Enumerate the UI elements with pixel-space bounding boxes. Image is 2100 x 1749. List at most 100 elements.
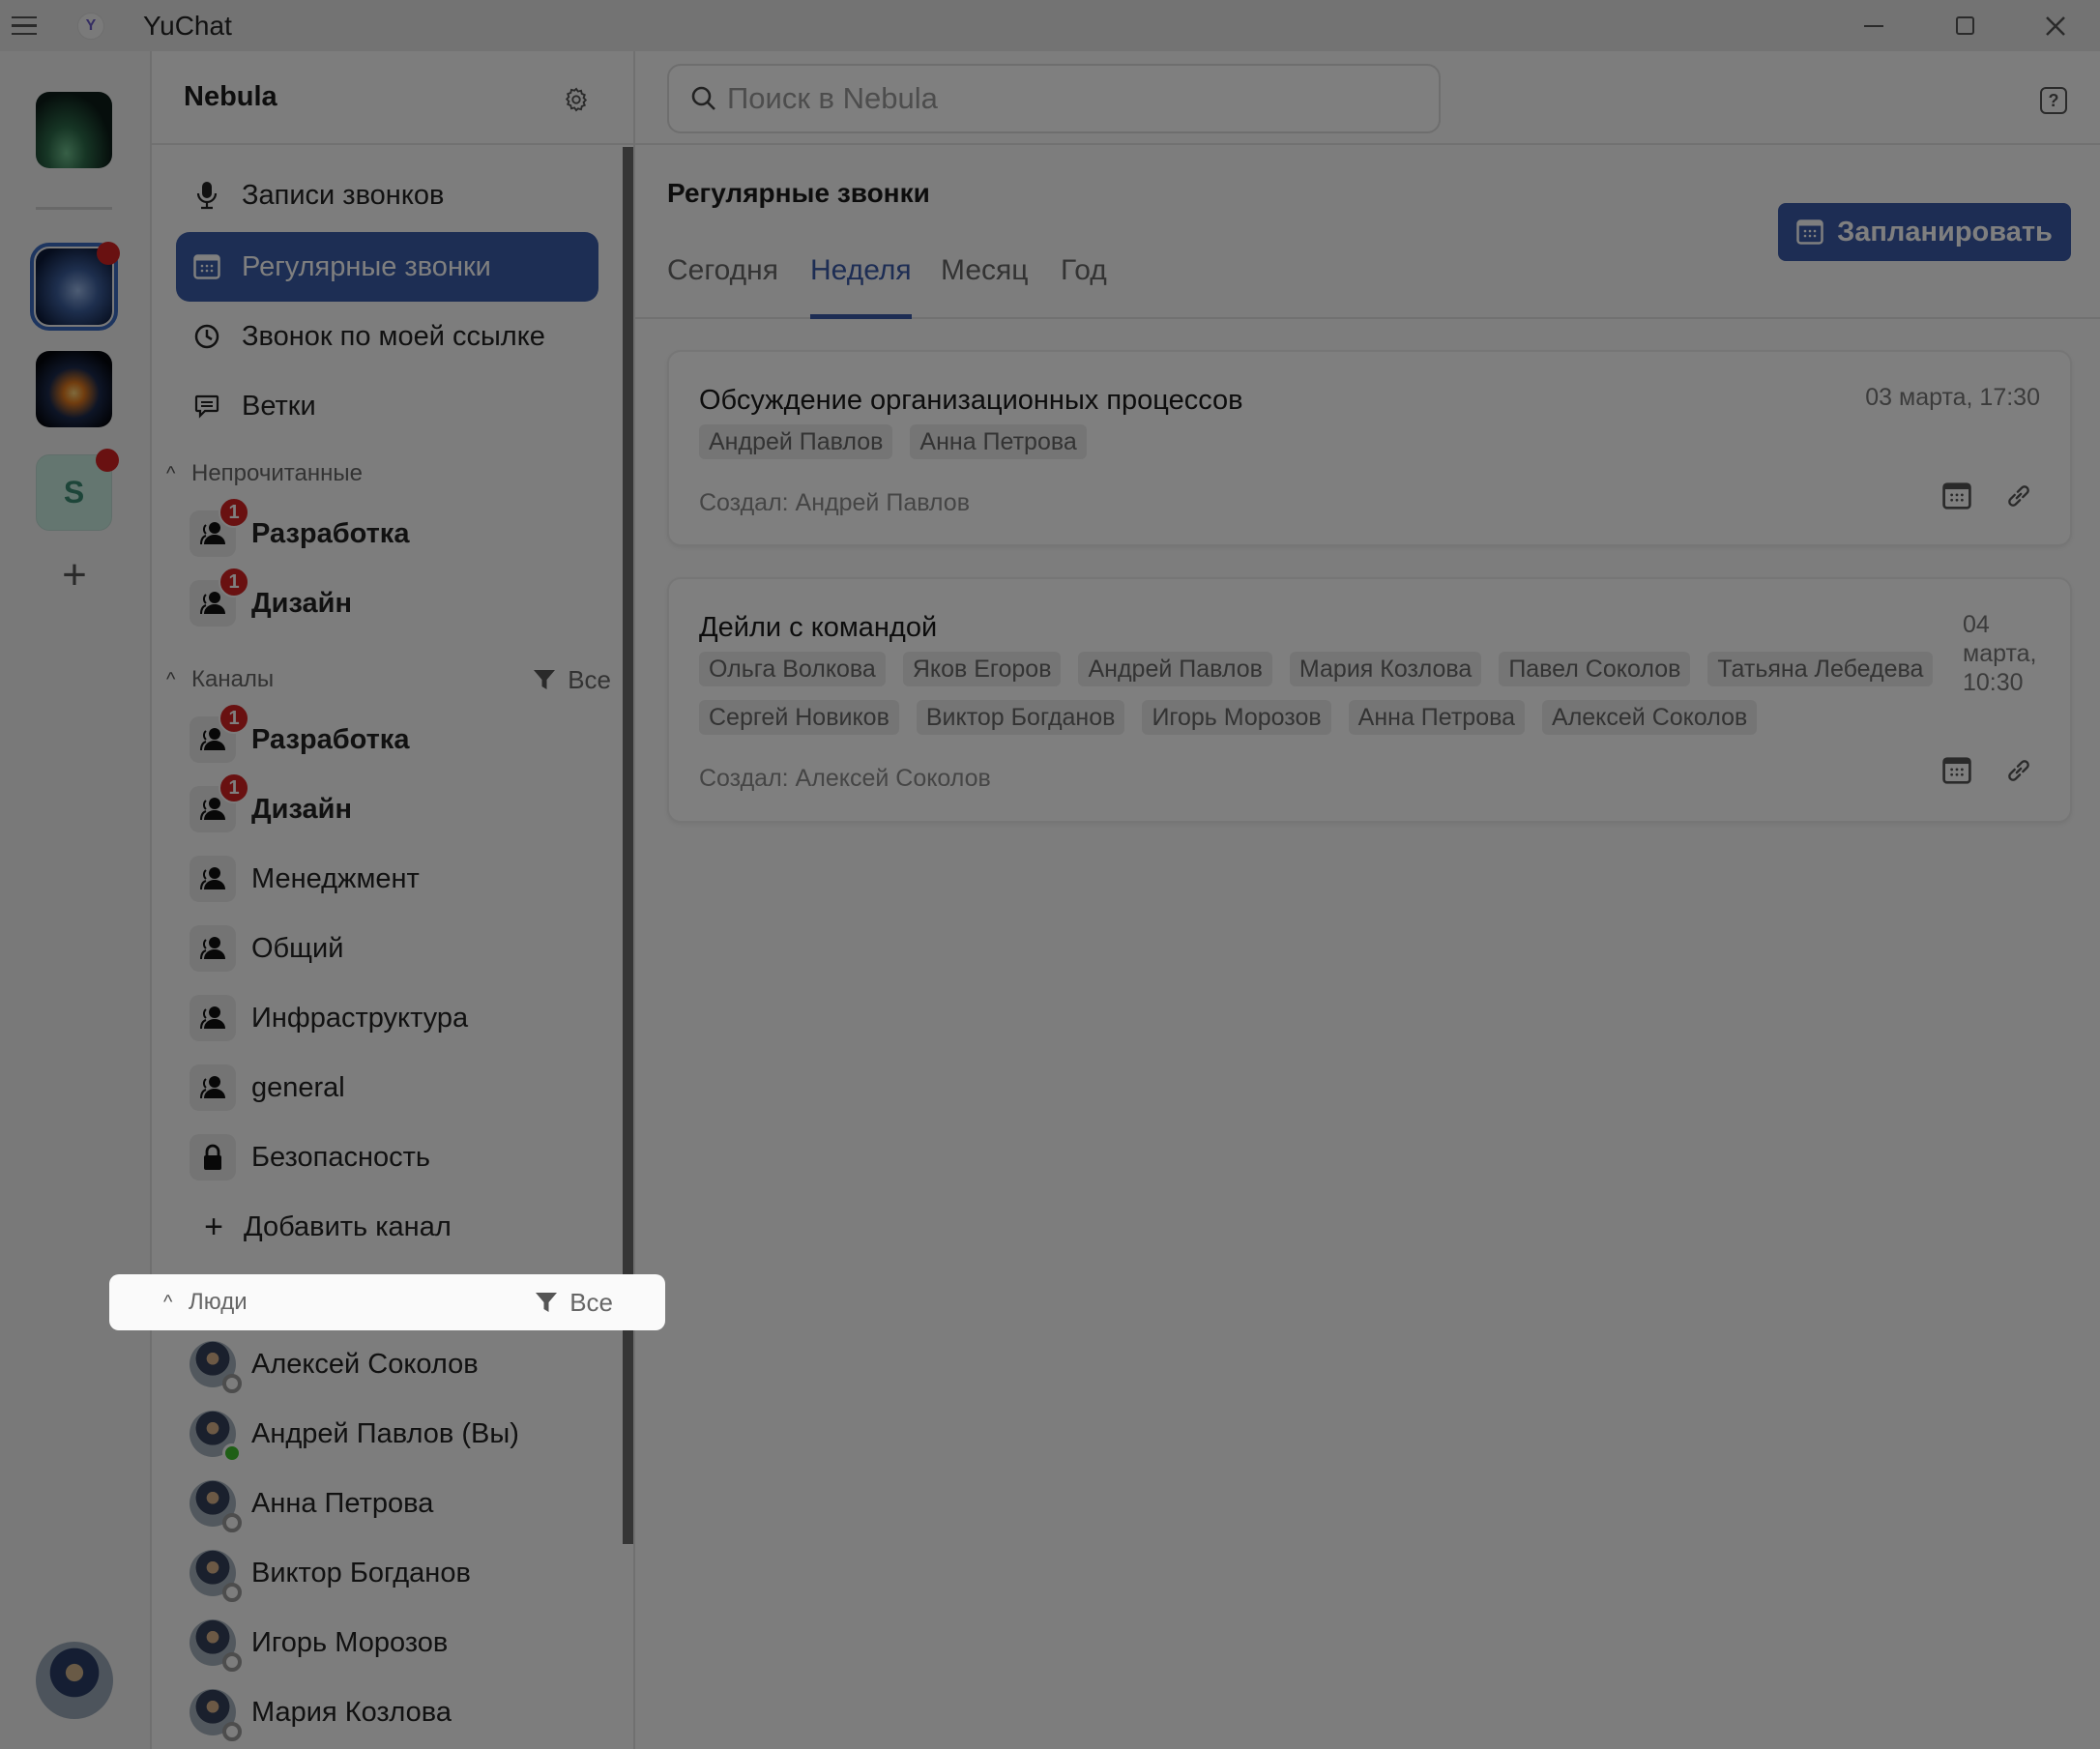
section-title: Непрочитанные — [191, 460, 363, 486]
search-field[interactable] — [667, 64, 1441, 133]
nav-label: Регулярные звонки — [242, 250, 491, 282]
person-label: Андрей Павлов (Вы) — [251, 1417, 519, 1449]
workspace-name: Nebula — [184, 81, 277, 112]
minimize-button[interactable] — [1827, 0, 1919, 51]
group-icon — [190, 995, 236, 1041]
filter-icon — [534, 670, 556, 689]
avatar — [190, 1480, 242, 1532]
tab-month[interactable]: Месяц — [941, 245, 1028, 319]
avatar — [190, 1689, 242, 1741]
tab-year[interactable]: Год — [1061, 245, 1107, 319]
meeting-date: 03 марта, 17:30 — [1865, 384, 2040, 411]
participants: Андрей Павлов Анна Петрова — [699, 424, 1087, 459]
clock-icon — [190, 319, 224, 354]
maximize-icon — [1956, 16, 1974, 35]
channel-item[interactable]: general — [176, 1053, 598, 1122]
person-item[interactable]: Мария Козлова — [176, 1677, 598, 1747]
participant-chip: Павел Соколов — [1499, 652, 1691, 686]
participant-chip: Андрей Павлов — [1078, 652, 1272, 686]
gear-icon[interactable] — [563, 86, 590, 113]
group-icon — [190, 925, 236, 972]
workspace-cosmic[interactable] — [36, 351, 112, 427]
close-button[interactable] — [2009, 0, 2100, 51]
add-workspace-button[interactable]: + — [55, 554, 94, 597]
channel-label: Разработка — [251, 517, 410, 549]
threads-icon — [190, 389, 224, 423]
avatar — [190, 1411, 242, 1463]
meeting-title: Дейли с командой — [699, 612, 938, 643]
lock-icon — [190, 1134, 236, 1181]
section-channels[interactable]: ^ Каналы Все — [166, 660, 611, 699]
people-filter[interactable]: Все — [535, 1288, 613, 1318]
nav-label: Ветки — [242, 390, 316, 422]
app-title: YuChat — [143, 10, 232, 41]
unread-badge: 1 — [219, 772, 249, 803]
nav-call-recordings[interactable]: Записи звонков — [176, 160, 598, 230]
meeting-card[interactable]: Дейли с командой 04 марта, 10:30 Ольга В… — [667, 577, 2072, 823]
group-icon: 1 — [190, 703, 249, 763]
channel-item[interactable]: Менеджмент — [176, 844, 598, 914]
chevron-up-icon: ^ — [163, 1291, 173, 1313]
calendar-icon — [190, 249, 224, 284]
sidebar-scrollbar[interactable] — [623, 147, 633, 1544]
unread-channel-item[interactable]: 1 Разработка — [176, 497, 598, 568]
channel-label: Общий — [251, 932, 344, 964]
close-icon — [2045, 15, 2065, 36]
unread-channel-item[interactable]: 1 Дизайн — [176, 567, 598, 638]
tab-today[interactable]: Сегодня — [667, 245, 778, 319]
participant-chip: Ольга Волкова — [699, 652, 886, 686]
search-input[interactable] — [727, 81, 1404, 116]
group-icon: 1 — [190, 772, 249, 832]
person-item[interactable]: Алексей Соколов — [176, 1329, 598, 1399]
person-item[interactable]: Андрей Павлов (Вы) — [176, 1399, 598, 1469]
link-icon[interactable] — [2004, 481, 2033, 510]
workspace-nebula[interactable] — [30, 242, 120, 331]
participant-chip: Виктор Богданов — [916, 700, 1125, 735]
person-item[interactable]: Виктор Богданов — [176, 1538, 598, 1608]
section-people[interactable]: ^ Люди Все — [163, 1283, 613, 1322]
plus-icon: + — [204, 1208, 223, 1245]
add-to-calendar-icon[interactable] — [1942, 481, 1971, 510]
participant-chip: Мария Козлова — [1289, 652, 1482, 686]
participant-chip: Татьяна Лебедева — [1707, 652, 1934, 686]
nav-label: Записи звонков — [242, 179, 445, 211]
help-button[interactable]: ? — [2040, 87, 2067, 114]
maximize-button[interactable] — [1919, 0, 2011, 51]
channel-item[interactable]: 1 Разработка — [176, 703, 598, 774]
channel-item[interactable]: Общий — [176, 914, 598, 983]
channels-filter[interactable]: Все — [533, 665, 611, 695]
section-unread[interactable]: ^ Непрочитанные — [166, 454, 611, 493]
unread-badge: 1 — [219, 497, 249, 528]
group-icon: 1 — [190, 567, 249, 627]
workspace-s[interactable]: S — [36, 449, 119, 531]
meeting-date: 04 марта, 10:30 — [1963, 611, 2037, 696]
status-offline-icon — [222, 1374, 242, 1393]
channel-item[interactable]: Безопасность — [176, 1122, 598, 1192]
chevron-up-icon: ^ — [166, 668, 176, 690]
channel-item[interactable]: 1 Дизайн — [176, 772, 598, 844]
hamburger-menu-button[interactable] — [0, 0, 48, 51]
channel-item[interactable]: Инфраструктура — [176, 983, 598, 1053]
participant-chip: Анна Петрова — [910, 424, 1087, 459]
user-avatar[interactable] — [36, 1642, 113, 1719]
nav-threads[interactable]: Ветки — [176, 371, 598, 441]
nav-my-link-call[interactable]: Звонок по моей ссылке — [176, 302, 598, 371]
add-channel-button[interactable]: + Добавить канал — [176, 1192, 598, 1262]
add-to-calendar-icon[interactable] — [1942, 756, 1971, 785]
meeting-card[interactable]: Обсуждение организационных процессов 03 … — [667, 350, 2072, 546]
channel-label: Дизайн — [251, 587, 352, 619]
search-icon — [691, 86, 715, 110]
avatar — [190, 1341, 242, 1393]
participant-chip: Игорь Морозов — [1142, 700, 1331, 735]
workspace-aurora[interactable] — [36, 92, 112, 168]
avatar — [190, 1619, 242, 1672]
chevron-up-icon: ^ — [166, 462, 176, 484]
unread-badge: 1 — [219, 703, 249, 734]
person-item[interactable]: Игорь Морозов — [176, 1608, 598, 1677]
link-icon[interactable] — [2004, 756, 2033, 785]
person-item[interactable]: Анна Петрова — [176, 1469, 598, 1538]
tab-week[interactable]: Неделя — [810, 245, 912, 319]
nav-recurring-calls[interactable]: Регулярные звонки — [176, 232, 598, 302]
workspace-letter: S — [63, 475, 85, 510]
person-label: Мария Козлова — [251, 1696, 452, 1728]
